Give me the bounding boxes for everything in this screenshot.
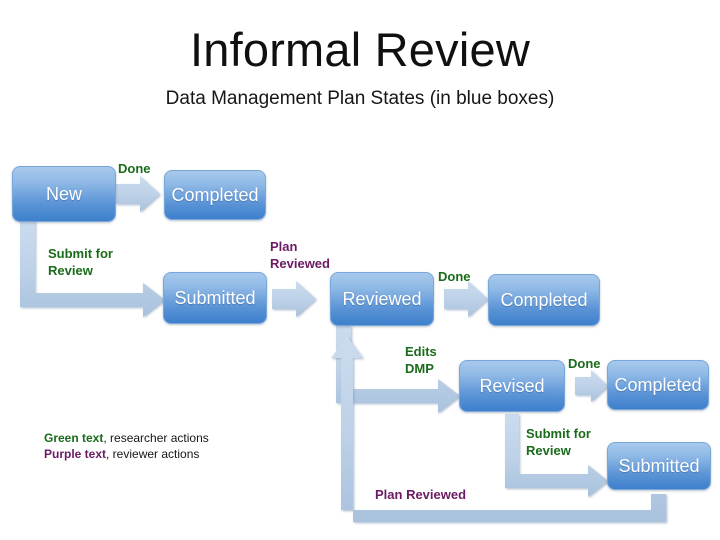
state-box-completed-1[interactable]: Completed — [164, 170, 266, 220]
arrow-reviewed-to-revised — [336, 326, 460, 413]
transition-label-revised-done: Done — [568, 356, 601, 371]
arrow-new-to-completed — [116, 176, 160, 212]
transition-label-submitted2-reviewed: Plan Reviewed — [375, 487, 467, 502]
arrow-revised-to-completed — [575, 370, 608, 402]
transition-label-reviewed-edits: Edits DMP — [405, 344, 437, 376]
state-label: Reviewed — [342, 288, 422, 309]
state-label: New — [45, 183, 82, 204]
state-label: Submitted — [618, 455, 700, 476]
transition-label-submitted-reviewed: Plan Reviewed — [270, 239, 330, 271]
transition-label-revised-submit: Submit for Review — [526, 426, 591, 458]
transition-label-new-done: Done — [118, 161, 151, 176]
legend-row-researcher: Green text, researcher actions — [44, 430, 209, 446]
state-label: Completed — [171, 184, 259, 205]
state-label: Revised — [479, 375, 545, 396]
slide-canvas: Informal Review Data Management Plan Sta… — [0, 0, 720, 540]
legend-desc-purple: , reviewer actions — [106, 447, 200, 461]
legend-desc-green: , researcher actions — [103, 431, 209, 445]
state-box-reviewed[interactable]: Reviewed — [330, 272, 434, 326]
state-box-new[interactable]: New — [12, 166, 116, 222]
state-box-completed-3[interactable]: Completed — [607, 360, 709, 410]
state-label: Submitted — [174, 287, 256, 308]
legend: Green text, researcher actions Purple te… — [44, 430, 209, 462]
legend-row-reviewer: Purple text, reviewer actions — [44, 446, 209, 462]
state-box-completed-2[interactable]: Completed — [488, 274, 600, 326]
arrow-reviewed-to-completed — [444, 281, 488, 317]
state-box-revised[interactable]: Revised — [459, 360, 565, 412]
state-box-submitted-1[interactable]: Submitted — [163, 272, 267, 324]
state-label: Completed — [500, 289, 588, 310]
transition-label-new-submit: Submit for Review — [48, 246, 113, 278]
state-label: Completed — [614, 374, 702, 395]
legend-key-green: Green text — [44, 431, 104, 445]
arrow-submitted-to-reviewed — [272, 281, 316, 317]
legend-key-purple: Purple text — [44, 447, 107, 461]
state-box-submitted-2[interactable]: Submitted — [607, 442, 711, 490]
transition-label-reviewed-done: Done — [438, 269, 471, 284]
